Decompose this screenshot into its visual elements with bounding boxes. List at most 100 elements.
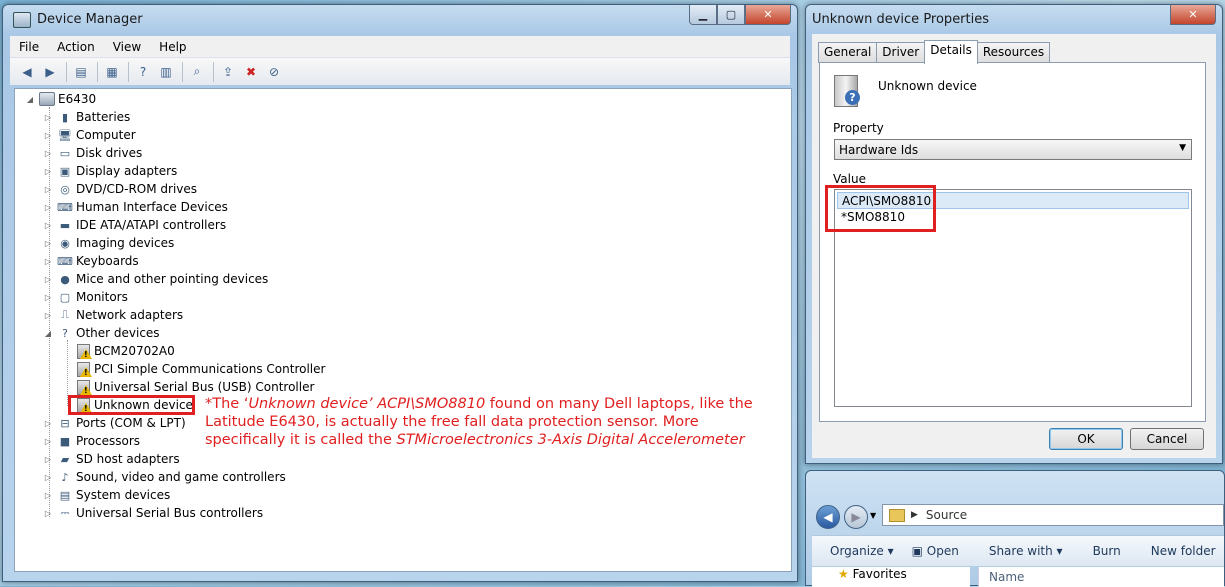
expand-arrow-icon[interactable]: ▷ xyxy=(43,221,53,230)
command-bar: Organize ▾ ▣ Open Share with ▾ Burn New … xyxy=(812,535,1224,566)
expand-arrow-icon[interactable]: ▷ xyxy=(43,311,53,320)
tree-item-category[interactable]: ▷ ⎍ Network adapters xyxy=(43,306,183,324)
scan-hardware-icon[interactable]: ⌕ xyxy=(188,63,206,81)
forward-arrow-icon[interactable]: ▶ xyxy=(844,505,868,529)
back-arrow-icon[interactable]: ◀ xyxy=(816,505,840,529)
expand-arrow-icon[interactable]: ▷ xyxy=(43,131,53,140)
open-button[interactable]: ▣ Open xyxy=(912,544,959,558)
annotation-device: Unknown device’ ACPI\SMO8810 xyxy=(248,396,486,412)
tree-item-category[interactable]: ▷ ▣ Display adapters xyxy=(43,162,177,180)
menu-help[interactable]: Help xyxy=(150,40,195,54)
usb-icon: ⎓ xyxy=(60,506,70,519)
column-name[interactable]: Name xyxy=(989,570,1024,584)
ide-icon: ▬ xyxy=(59,218,71,232)
properties-close-button[interactable]: ✕ xyxy=(1170,5,1216,25)
property-select[interactable]: Hardware Ids ▼ xyxy=(834,139,1192,160)
tree-item-label: System devices xyxy=(76,488,171,502)
file-list-header: Name xyxy=(978,567,1224,587)
maximize-button[interactable]: ▢ xyxy=(717,5,745,25)
value-label: Value xyxy=(833,172,866,186)
help-icon[interactable]: ? xyxy=(134,63,152,81)
properties-tabs: General Driver Details Resources xyxy=(818,40,1051,64)
expand-arrow-icon[interactable]: ▷ xyxy=(43,455,53,464)
properties-icon[interactable]: ▦ xyxy=(103,63,121,81)
minimize-button[interactable]: ▁ xyxy=(689,5,717,25)
tree-item-category[interactable]: ▷ ♪ Sound, video and game controllers xyxy=(43,468,286,486)
expand-arrow-icon[interactable]: ▷ xyxy=(43,185,53,194)
close-button[interactable]: ✕ xyxy=(745,5,791,25)
tree-item-category[interactable]: ▷ ▮ Batteries xyxy=(43,108,130,126)
favorites-item[interactable]: Favorites xyxy=(853,567,907,581)
uninstall-icon[interactable]: ✖ xyxy=(242,63,260,81)
tree-item-category[interactable]: ▷ ⌨ Keyboards xyxy=(43,252,139,270)
navigation-pane[interactable]: ★ Favorites xyxy=(812,567,970,587)
forward-arrow-icon[interactable]: ▶ xyxy=(41,63,59,81)
menu-file[interactable]: File xyxy=(10,40,48,54)
expand-arrow-icon[interactable]: ▷ xyxy=(43,239,53,248)
tree-item-device[interactable]: ! PCI Simple Communications Controller xyxy=(61,360,325,378)
tree-item-device[interactable]: ! BCM20702A0 xyxy=(61,342,175,360)
toolbar-divider xyxy=(213,61,214,82)
tree-item-category[interactable]: ▷ ■ Processors xyxy=(43,432,140,450)
keyboard-icon: ⌨ xyxy=(57,254,73,268)
computer-icon: 🖥 xyxy=(58,128,72,142)
address-bar[interactable]: ▶ Source xyxy=(882,504,1224,526)
tree-item-category[interactable]: ▷ ⊟ Ports (COM & LPT) xyxy=(43,414,186,432)
expand-arrow-icon[interactable]: ▷ xyxy=(43,437,53,446)
warning-icon: ! xyxy=(75,361,92,377)
menu-bar: File Action View Help xyxy=(10,36,790,57)
expand-arrow-icon[interactable]: ▷ xyxy=(43,491,53,500)
expand-arrow-icon[interactable]: ▷ xyxy=(43,275,53,284)
device-manager-titlebar[interactable]: Device Manager ▁ ▢ ✕ xyxy=(3,5,797,35)
new-folder-button[interactable]: New folder xyxy=(1151,544,1216,558)
disable-device-icon[interactable]: ⊘ xyxy=(265,63,283,81)
tree-item-category[interactable]: ▷ ▰ SD host adapters xyxy=(43,450,180,468)
tree-item-category[interactable]: ▷ ▤ System devices xyxy=(43,486,170,504)
tree-item-category[interactable]: ▷ ▬ IDE ATA/ATAPI controllers xyxy=(43,216,226,234)
properties-title: Unknown device Properties xyxy=(812,12,990,27)
history-chevron-icon[interactable]: ▼ xyxy=(870,511,876,520)
tree-item-category[interactable]: ▷ ● Mice and other pointing devices xyxy=(43,270,268,288)
tree-item-category[interactable]: ▷ ▢ Monitors xyxy=(43,288,128,306)
collapse-arrow-icon[interactable]: ◢ xyxy=(43,329,53,338)
tree-item-label: IDE ATA/ATAPI controllers xyxy=(76,218,227,232)
properties-titlebar[interactable]: Unknown device Properties ✕ xyxy=(806,5,1222,35)
device-tree[interactable]: ◢ E6430 ▷ ▮ Batteries ▷ 🖥 Computer ▷ ▭ Disk driv… xyxy=(14,88,792,572)
tab-general[interactable]: General xyxy=(818,42,878,63)
tree-item-device[interactable]: ! Universal Serial Bus (USB) Controller xyxy=(61,378,314,396)
expand-arrow-icon[interactable]: ▷ xyxy=(43,149,53,158)
share-with-button[interactable]: Share with ▾ xyxy=(989,544,1063,558)
expand-arrow-icon[interactable]: ▷ xyxy=(43,293,53,302)
update-driver-icon[interactable]: ⇪ xyxy=(219,63,237,81)
cancel-button[interactable]: Cancel xyxy=(1130,428,1204,450)
menu-view[interactable]: View xyxy=(104,40,150,54)
expand-arrow-icon[interactable]: ▷ xyxy=(43,113,53,122)
tab-driver[interactable]: Driver xyxy=(876,42,926,63)
tree-item-category[interactable]: ▷ ⎓ Universal Serial Bus controllers xyxy=(43,504,263,522)
back-arrow-icon[interactable]: ◀ xyxy=(18,63,36,81)
tab-resources[interactable]: Resources xyxy=(976,42,1051,63)
expand-arrow-icon[interactable]: ▷ xyxy=(43,167,53,176)
tree-item-category[interactable]: ▷ ◎ DVD/CD-ROM drives xyxy=(43,180,197,198)
device-manager-icon xyxy=(13,12,31,28)
expand-arrow-icon[interactable]: ▷ xyxy=(43,257,53,266)
expand-arrow-icon[interactable]: ▷ xyxy=(43,509,53,518)
collapse-arrow-icon[interactable]: ◢ xyxy=(25,95,35,104)
sound-icon: ♪ xyxy=(61,470,69,484)
action-pane-icon[interactable]: ▥ xyxy=(157,63,175,81)
ok-button[interactable]: OK xyxy=(1049,428,1123,450)
menu-action[interactable]: Action xyxy=(48,40,104,54)
tab-details[interactable]: Details xyxy=(924,40,978,64)
burn-button[interactable]: Burn xyxy=(1093,544,1121,558)
expand-arrow-icon[interactable]: ▷ xyxy=(43,473,53,482)
tree-item-category[interactable]: ▷ ◉ Imaging devices xyxy=(43,234,174,252)
tree-root[interactable]: ◢ E6430 xyxy=(25,90,96,108)
organize-button[interactable]: Organize ▾ xyxy=(830,544,894,558)
expand-arrow-icon[interactable]: ▷ xyxy=(43,419,53,428)
tree-item-category[interactable]: ◢? Other devices xyxy=(43,324,160,342)
show-hide-console-tree-icon[interactable]: ▤ xyxy=(72,63,90,81)
tree-item-category[interactable]: ▷ ▭ Disk drives xyxy=(43,144,142,162)
tree-item-category[interactable]: ▷ 🖥 Computer xyxy=(43,126,136,144)
expand-arrow-icon[interactable]: ▷ xyxy=(43,203,53,212)
tree-item-category[interactable]: ▷ ⌨ Human Interface Devices xyxy=(43,198,228,216)
